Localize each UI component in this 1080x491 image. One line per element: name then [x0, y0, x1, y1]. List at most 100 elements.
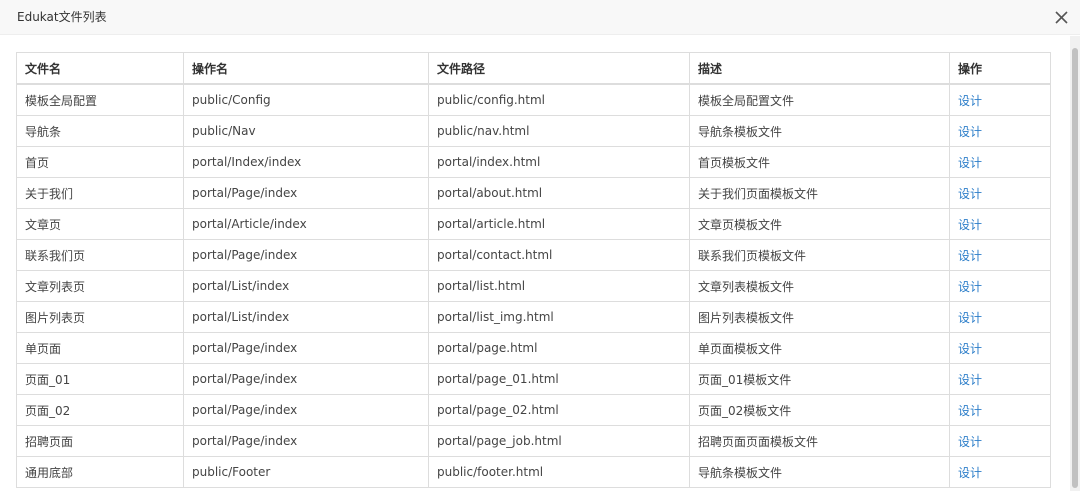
cell-file-name: 单页面 [16, 332, 184, 364]
cell-file-name: 首页 [16, 146, 184, 178]
cell-description: 关于我们页面模板文件 [689, 177, 950, 209]
header-action-name: 操作名 [183, 52, 429, 85]
cell-operation: 设计 [949, 456, 1051, 488]
cell-action-name: public/Config [183, 83, 429, 116]
cell-description: 页面_01模板文件 [689, 363, 950, 395]
cell-action-name: portal/Page/index [183, 363, 429, 395]
cell-description: 图片列表模板文件 [689, 301, 950, 333]
cell-file-name: 页面_01 [16, 363, 184, 395]
cell-action-name: portal/List/index [183, 301, 429, 333]
table-row: 文章页 portal/Article/index portal/article.ht… [16, 208, 1051, 240]
file-table: 文件名 操作名 文件路径 描述 操作 模板全局配置 public/Config pu… [16, 52, 1051, 488]
cell-file-name: 文章页 [16, 208, 184, 240]
design-link[interactable]: 设计 [958, 125, 982, 139]
cell-description: 导航条模板文件 [689, 456, 950, 488]
cell-file-path: portal/page_02.html [428, 394, 690, 426]
design-link[interactable]: 设计 [958, 311, 982, 325]
design-link[interactable]: 设计 [958, 187, 982, 201]
scrollbar-thumb[interactable] [1072, 48, 1078, 488]
cell-file-path: public/config.html [428, 83, 690, 116]
cell-description: 模板全局配置文件 [689, 83, 950, 116]
table-header-row: 文件名 操作名 文件路径 描述 操作 [16, 52, 1051, 85]
table-row: 首页 portal/Index/index portal/index.html 首页模… [16, 146, 1051, 178]
cell-action-name: public/Footer [183, 456, 429, 488]
cell-file-name: 文章列表页 [16, 270, 184, 302]
dialog-titlebar: Edukat文件列表 [0, 0, 1080, 35]
cell-operation: 设计 [949, 394, 1051, 426]
cell-operation: 设计 [949, 208, 1051, 240]
cell-description: 页面_02模板文件 [689, 394, 950, 426]
design-link[interactable]: 设计 [958, 249, 982, 263]
header-operation: 操作 [949, 52, 1051, 85]
cell-file-name: 模板全局配置 [16, 83, 184, 116]
design-link[interactable]: 设计 [958, 466, 982, 480]
table-row: 图片列表页 portal/List/index portal/list_img.ht… [16, 301, 1051, 333]
table-body: 模板全局配置 public/Config public/config.html 模板全… [16, 83, 1051, 488]
close-icon[interactable] [1055, 11, 1068, 24]
cell-description: 文章列表模板文件 [689, 270, 950, 302]
design-link[interactable]: 设计 [958, 373, 982, 387]
header-description: 描述 [689, 52, 950, 85]
header-file-path: 文件路径 [428, 52, 690, 85]
cell-action-name: public/Nav [183, 115, 429, 147]
cell-operation: 设计 [949, 301, 1051, 333]
table-row: 页面_02 portal/Page/index portal/page_02.htm… [16, 394, 1051, 426]
cell-operation: 设计 [949, 83, 1051, 116]
cell-file-path: portal/page_job.html [428, 425, 690, 457]
table-row: 页面_01 portal/Page/index portal/page_01.htm… [16, 363, 1051, 395]
cell-file-name: 图片列表页 [16, 301, 184, 333]
cell-operation: 设计 [949, 363, 1051, 395]
table-row: 通用底部 public/Footer public/footer.html 导航条模板… [16, 456, 1051, 488]
cell-file-path: portal/page_01.html [428, 363, 690, 395]
design-link[interactable]: 设计 [958, 435, 982, 449]
cell-file-path: portal/contact.html [428, 239, 690, 271]
cell-operation: 设计 [949, 146, 1051, 178]
vertical-scrollbar[interactable] [1070, 36, 1080, 491]
cell-file-path: portal/page.html [428, 332, 690, 364]
cell-action-name: portal/Page/index [183, 239, 429, 271]
cell-action-name: portal/Page/index [183, 177, 429, 209]
table-row: 导航条 public/Nav public/nav.html 导航条模板文件 设计 [16, 115, 1051, 147]
cell-file-path: public/nav.html [428, 115, 690, 147]
cell-file-name: 联系我们页 [16, 239, 184, 271]
cell-file-name: 导航条 [16, 115, 184, 147]
design-link[interactable]: 设计 [958, 94, 982, 108]
cell-description: 首页模板文件 [689, 146, 950, 178]
cell-action-name: portal/List/index [183, 270, 429, 302]
cell-operation: 设计 [949, 177, 1051, 209]
cell-file-path: portal/index.html [428, 146, 690, 178]
design-link[interactable]: 设计 [958, 404, 982, 418]
cell-file-path: public/footer.html [428, 456, 690, 488]
dialog-title: Edukat文件列表 [17, 10, 107, 24]
cell-file-name: 关于我们 [16, 177, 184, 209]
cell-file-name: 通用底部 [16, 456, 184, 488]
table-row: 联系我们页 portal/Page/index portal/contact.htm… [16, 239, 1051, 271]
design-link[interactable]: 设计 [958, 218, 982, 232]
cell-description: 招聘页面页面模板文件 [689, 425, 950, 457]
table-row: 模板全局配置 public/Config public/config.html 模板全… [16, 83, 1051, 116]
cell-description: 文章页模板文件 [689, 208, 950, 240]
design-link[interactable]: 设计 [958, 156, 982, 170]
cell-description: 联系我们页模板文件 [689, 239, 950, 271]
cell-operation: 设计 [949, 332, 1051, 364]
cell-action-name: portal/Index/index [183, 146, 429, 178]
table-row: 招聘页面 portal/Page/index portal/page_job.htm… [16, 425, 1051, 457]
design-link[interactable]: 设计 [958, 280, 982, 294]
cell-description: 单页面模板文件 [689, 332, 950, 364]
cell-file-name: 页面_02 [16, 394, 184, 426]
dialog-content: 文件名 操作名 文件路径 描述 操作 模板全局配置 public/Config pu… [0, 36, 1080, 491]
cell-file-path: portal/about.html [428, 177, 690, 209]
table-row: 关于我们 portal/Page/index portal/about.html 关于… [16, 177, 1051, 209]
design-link[interactable]: 设计 [958, 342, 982, 356]
cell-operation: 设计 [949, 115, 1051, 147]
cell-description: 导航条模板文件 [689, 115, 950, 147]
cell-operation: 设计 [949, 239, 1051, 271]
table-row: 单页面 portal/Page/index portal/page.html 单页面模… [16, 332, 1051, 364]
cell-action-name: portal/Page/index [183, 332, 429, 364]
cell-file-path: portal/list_img.html [428, 301, 690, 333]
table-row: 文章列表页 portal/List/index portal/list.html 文章… [16, 270, 1051, 302]
cell-action-name: portal/Page/index [183, 394, 429, 426]
cell-file-name: 招聘页面 [16, 425, 184, 457]
cell-action-name: portal/Page/index [183, 425, 429, 457]
header-file-name: 文件名 [16, 52, 184, 85]
